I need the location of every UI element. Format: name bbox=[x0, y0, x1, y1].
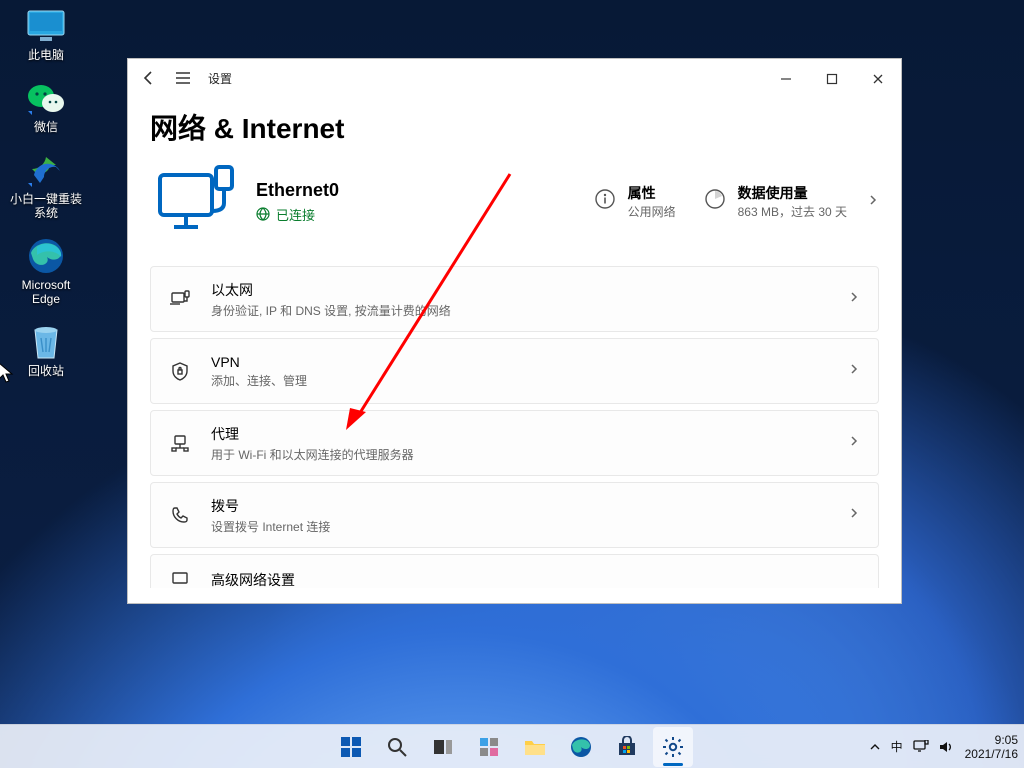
taskbar-clock[interactable]: 9:05 2021/7/16 bbox=[965, 733, 1018, 761]
chevron-right-icon bbox=[867, 193, 879, 211]
store-button[interactable] bbox=[607, 727, 647, 767]
properties-title: 属性 bbox=[628, 183, 676, 203]
row-dialup[interactable]: 拨号设置拨号 Internet 连接 bbox=[150, 482, 879, 548]
desktop-icon-edge[interactable]: Microsoft Edge bbox=[6, 238, 86, 306]
properties-sub: 公用网络 bbox=[628, 203, 676, 220]
row-title: 拨号 bbox=[211, 496, 828, 516]
row-vpn[interactable]: VPN 添加、连接、管理 bbox=[150, 338, 879, 404]
row-sub: 身份验证, IP 和 DNS 设置, 按流量计费的网络 bbox=[211, 302, 828, 319]
row-sub: 用于 Wi-Fi 和以太网连接的代理服务器 bbox=[211, 446, 828, 463]
advanced-icon bbox=[169, 568, 191, 588]
row-title: 高级网络设置 bbox=[211, 570, 860, 590]
settings-window: 设置 网络 & Internet Ethernet0 bbox=[127, 58, 902, 604]
wechat-icon bbox=[24, 80, 68, 116]
label: 微信 bbox=[34, 120, 58, 134]
window-title: 设置 bbox=[208, 70, 232, 87]
settings-button[interactable] bbox=[653, 727, 693, 767]
computer-network-icon bbox=[154, 163, 238, 240]
system-tray: 中 9:05 2021/7/16 bbox=[869, 733, 1018, 761]
network-status-header: Ethernet0 已连接 属性 公用网络 数据使用量 bbox=[154, 163, 879, 240]
chevron-right-icon bbox=[848, 434, 860, 452]
monitor-icon bbox=[24, 8, 68, 44]
row-sub: 设置拨号 Internet 连接 bbox=[211, 518, 828, 535]
close-button[interactable] bbox=[855, 64, 901, 94]
row-advanced-network[interactable]: 高级网络设置 bbox=[150, 554, 879, 588]
label: Microsoft Edge bbox=[22, 278, 71, 306]
desktop-icon-reinstall[interactable]: 小白一键重装 系统 bbox=[6, 152, 86, 220]
title-bar bbox=[128, 59, 901, 99]
connection-state: 已连接 bbox=[256, 205, 339, 224]
maximize-button[interactable] bbox=[809, 64, 855, 94]
data-usage-icon bbox=[704, 188, 726, 215]
network-tray-icon[interactable] bbox=[913, 740, 929, 754]
clock-date: 2021/7/16 bbox=[965, 747, 1018, 761]
data-usage-sub: 863 MB，过去 30 天 bbox=[738, 203, 847, 220]
clock-time: 9:05 bbox=[965, 733, 1018, 747]
row-sub: 添加、连接、管理 bbox=[211, 372, 828, 389]
row-ethernet[interactable]: 以太网身份验证, IP 和 DNS 设置, 按流量计费的网络 bbox=[150, 266, 879, 332]
chevron-right-icon bbox=[848, 506, 860, 524]
desktop-icons: 此电脑 微信 小白一键重装 系统 Microsoft Edge 回收站 bbox=[6, 8, 86, 378]
proxy-icon bbox=[169, 433, 191, 453]
desktop-icon-recycle-bin[interactable]: 回收站 bbox=[6, 324, 86, 378]
label: 回收站 bbox=[28, 364, 64, 378]
row-title: 以太网 bbox=[211, 280, 828, 300]
back-button[interactable] bbox=[140, 69, 158, 87]
nav-menu-button[interactable] bbox=[174, 69, 192, 87]
desktop-icon-wechat[interactable]: 微信 bbox=[6, 80, 86, 134]
taskbar-center bbox=[331, 727, 693, 767]
file-explorer-button[interactable] bbox=[515, 727, 555, 767]
desktop-icon-this-pc[interactable]: 此电脑 bbox=[6, 8, 86, 62]
label: 此电脑 bbox=[28, 48, 64, 62]
data-usage-title: 数据使用量 bbox=[738, 183, 847, 203]
search-button[interactable] bbox=[377, 727, 417, 767]
recycle-arrows-icon bbox=[24, 152, 68, 188]
task-view-button[interactable] bbox=[423, 727, 463, 767]
connection-state-text: 已连接 bbox=[276, 205, 315, 224]
chevron-right-icon bbox=[848, 290, 860, 308]
row-title: 代理 bbox=[211, 424, 828, 444]
ethernet-icon bbox=[169, 289, 191, 309]
properties-stat[interactable]: 属性 公用网络 bbox=[594, 183, 676, 220]
row-proxy[interactable]: 代理用于 Wi-Fi 和以太网连接的代理服务器 bbox=[150, 410, 879, 476]
globe-icon bbox=[256, 207, 270, 221]
phone-icon bbox=[169, 505, 191, 525]
minimize-button[interactable] bbox=[763, 64, 809, 94]
start-button[interactable] bbox=[331, 727, 371, 767]
data-usage-stat[interactable]: 数据使用量 863 MB，过去 30 天 bbox=[704, 183, 879, 220]
page-heading: 网络 & Internet bbox=[150, 107, 879, 147]
volume-tray-icon[interactable] bbox=[939, 740, 955, 754]
recycle-bin-icon bbox=[24, 324, 68, 360]
ime-indicator[interactable]: 中 bbox=[891, 738, 903, 755]
settings-rows: 以太网身份验证, IP 和 DNS 设置, 按流量计费的网络 VPN 添加、连接、… bbox=[150, 266, 879, 588]
chevron-right-icon bbox=[848, 362, 860, 380]
taskbar: 中 9:05 2021/7/16 bbox=[0, 724, 1024, 768]
widgets-button[interactable] bbox=[469, 727, 509, 767]
shield-lock-icon bbox=[169, 361, 191, 381]
edge-button[interactable] bbox=[561, 727, 601, 767]
row-title: VPN bbox=[211, 354, 828, 370]
label: 小白一键重装 系统 bbox=[10, 192, 82, 220]
connection-name: Ethernet0 bbox=[256, 180, 339, 201]
info-icon bbox=[594, 188, 616, 215]
tray-overflow-button[interactable] bbox=[869, 741, 881, 753]
edge-icon bbox=[24, 238, 68, 274]
mouse-cursor bbox=[0, 362, 14, 384]
